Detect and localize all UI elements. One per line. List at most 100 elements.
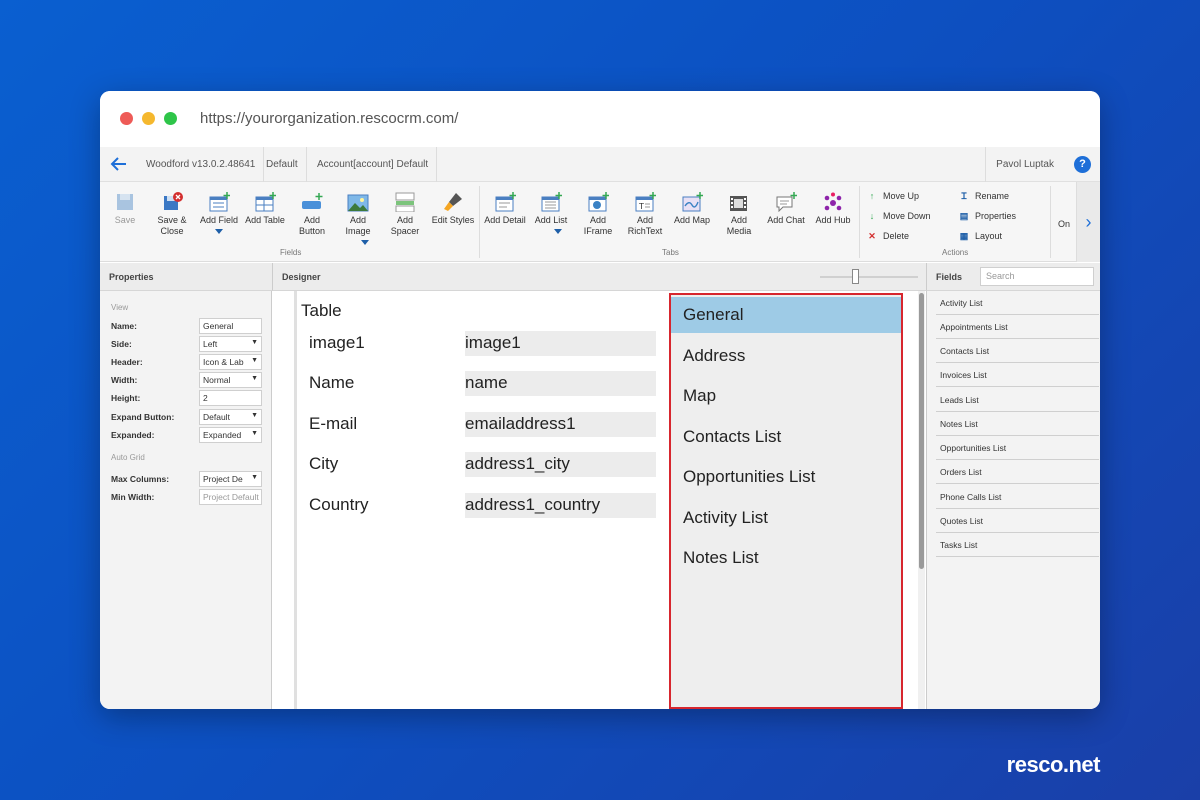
list-item[interactable]: Opportunities List xyxy=(936,436,1099,460)
add-detail-button[interactable]: Add Detail xyxy=(482,192,528,226)
view-section-label: View xyxy=(111,303,129,312)
add-list-button[interactable]: Add List xyxy=(532,192,570,234)
side-select[interactable]: Left xyxy=(199,336,262,352)
add-media-button[interactable]: Add Media xyxy=(722,192,756,237)
table-title[interactable]: Table xyxy=(301,301,342,321)
delete-button[interactable]: ✕ Delete xyxy=(866,229,909,243)
list-item[interactable]: Phone Calls List xyxy=(936,485,1099,509)
fields-search-input[interactable]: Search xyxy=(980,267,1094,286)
group-label-tabs: Tabs xyxy=(662,248,679,257)
tab-general[interactable]: General xyxy=(671,297,901,333)
properties-panel: View Name:General Side:Left Header:Icon … xyxy=(100,291,272,709)
add-richtext-button[interactable]: T Add RichText xyxy=(625,192,665,237)
form-label[interactable]: Account[account] Default xyxy=(309,147,438,182)
save-close-button[interactable]: Save & Close xyxy=(152,192,192,237)
add-hub-button[interactable]: Add Hub xyxy=(813,192,853,226)
move-up-button[interactable]: ↑ Move Up xyxy=(866,189,919,203)
delete-x-icon: ✕ xyxy=(868,231,876,241)
add-media-icon xyxy=(728,192,750,212)
move-down-button[interactable]: ↓ Move Down xyxy=(866,209,931,223)
max-columns-select[interactable]: Project De xyxy=(199,471,262,487)
add-table-button[interactable]: Add Table xyxy=(243,192,287,226)
add-map-icon xyxy=(681,192,704,212)
prop-max-columns-row: Max Columns: Project De xyxy=(111,471,262,487)
name-field[interactable]: General xyxy=(199,318,262,334)
expand-button-select[interactable]: Default xyxy=(199,409,262,425)
add-chat-button[interactable]: Add Chat xyxy=(764,192,808,226)
group-label-actions: Actions xyxy=(942,248,969,257)
add-detail-icon xyxy=(494,192,517,212)
svg-text:T: T xyxy=(638,202,644,211)
add-button-button[interactable]: Add Button xyxy=(295,192,329,237)
list-item[interactable]: Orders List xyxy=(936,460,1099,484)
add-list-dropdown-icon[interactable] xyxy=(554,229,562,234)
prop-expanded-row: Expanded: Expanded xyxy=(111,427,262,443)
version-label: Woodford v13.0.2.48641 xyxy=(138,147,265,182)
arrow-down-icon: ↓ xyxy=(869,211,875,221)
header-select[interactable]: Icon & Lab xyxy=(199,354,262,370)
project-label[interactable]: Default xyxy=(258,147,307,182)
designer-scrollbar-thumb[interactable] xyxy=(919,293,924,569)
add-spacer-button[interactable]: Add Spacer xyxy=(388,192,422,237)
add-field-button[interactable]: Add Field xyxy=(197,192,241,234)
save-button[interactable]: Save xyxy=(110,192,140,226)
list-item[interactable]: Leads List xyxy=(936,388,1099,412)
min-width-field[interactable]: Project Default xyxy=(199,489,262,505)
rename-button[interactable]: Ɪ Rename xyxy=(958,189,1009,203)
ribbon-scroll-right-icon[interactable]: › xyxy=(1076,182,1100,262)
list-item[interactable]: Notes List xyxy=(936,412,1099,436)
arrow-up-icon: ↑ xyxy=(869,191,875,201)
list-item[interactable]: Tasks List xyxy=(936,533,1099,557)
tab-list: General Address Map Contacts List Opport… xyxy=(669,293,903,709)
add-richtext-icon: T xyxy=(634,192,657,212)
app-header: Woodford v13.0.2.48641 Default Account[a… xyxy=(100,147,1100,182)
properties-panel-title: Properties xyxy=(100,263,273,291)
on-button[interactable]: On xyxy=(1058,217,1070,231)
back-arrow-icon[interactable] xyxy=(110,155,128,173)
tab-contacts-list[interactable]: Contacts List xyxy=(671,419,901,455)
app-body: Woodford v13.0.2.48641 Default Account[a… xyxy=(100,91,1100,709)
save-icon xyxy=(114,192,136,212)
list-item[interactable]: Quotes List xyxy=(936,509,1099,533)
list-item[interactable]: Contacts List xyxy=(936,339,1099,363)
add-field-dropdown-icon[interactable] xyxy=(215,229,223,234)
add-table-icon xyxy=(254,192,277,212)
add-spacer-icon xyxy=(394,192,416,213)
height-field[interactable]: 2 xyxy=(199,390,262,406)
list-item[interactable]: Invoices List xyxy=(936,363,1099,387)
designer-scrollbar[interactable] xyxy=(918,291,925,709)
add-iframe-icon xyxy=(587,192,610,212)
add-iframe-button[interactable]: Add IFrame xyxy=(581,192,615,237)
expanded-select[interactable]: Expanded xyxy=(199,427,262,443)
tab-notes-list[interactable]: Notes List xyxy=(671,540,901,576)
tab-address[interactable]: Address xyxy=(671,338,901,374)
add-list-icon xyxy=(540,192,563,212)
help-icon[interactable]: ? xyxy=(1074,156,1091,173)
add-button-icon xyxy=(301,192,323,212)
tab-activity-list[interactable]: Activity List xyxy=(671,500,901,536)
prop-side-row: Side: Left xyxy=(111,336,262,352)
prop-min-width-row: Min Width: Project Default xyxy=(111,489,262,505)
paint-brush-icon xyxy=(442,192,464,212)
add-image-dropdown-icon[interactable] xyxy=(361,240,369,245)
add-map-button[interactable]: Add Map xyxy=(672,192,712,226)
layout-button[interactable]: ▦ Layout xyxy=(958,229,1002,243)
zoom-slider[interactable] xyxy=(820,269,918,284)
prop-header-row: Header: Icon & Lab xyxy=(111,354,262,370)
prop-height-row: Height: 2 xyxy=(111,390,262,406)
properties-icon: ▤ xyxy=(959,211,969,221)
edit-styles-button[interactable]: Edit Styles xyxy=(430,192,476,226)
designer-canvas: Table image1 image1 Name name E-mail emaila… xyxy=(273,291,925,709)
rename-icon: Ɪ xyxy=(961,191,967,201)
user-name[interactable]: Pavol Luptak xyxy=(985,147,1064,182)
add-image-button[interactable]: Add Image xyxy=(341,192,375,245)
zoom-slider-handle[interactable] xyxy=(852,269,859,284)
width-select[interactable]: Normal xyxy=(199,372,262,388)
ribbon-toolbar: Save Save & Close Add Field Add Table Ad… xyxy=(100,182,1100,262)
tab-map[interactable]: Map xyxy=(671,378,901,414)
tab-opportunities-list[interactable]: Opportunities List xyxy=(671,459,901,495)
list-item[interactable]: Activity List xyxy=(936,291,1099,315)
list-item[interactable]: Appointments List xyxy=(936,315,1099,339)
properties-button[interactable]: ▤ Properties xyxy=(958,209,1016,223)
add-chat-icon xyxy=(775,192,798,213)
